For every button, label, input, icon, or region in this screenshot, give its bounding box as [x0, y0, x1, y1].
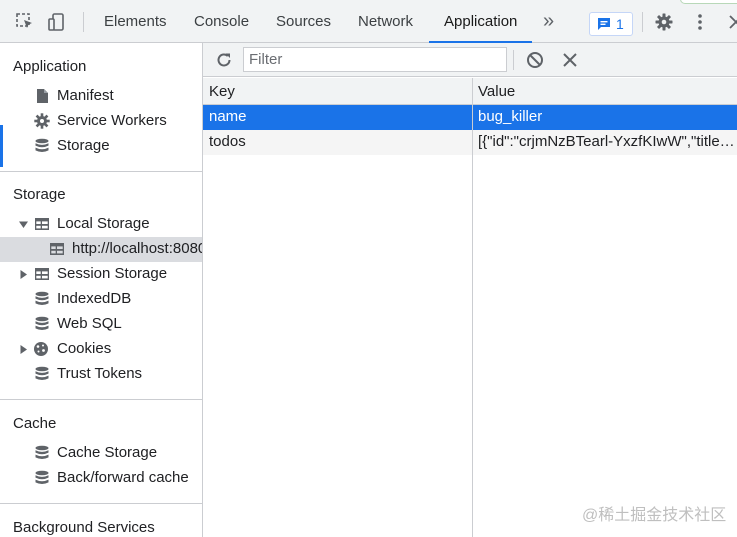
sidebar-item-label: Session Storage — [57, 265, 168, 282]
row-value[interactable]: bug_killer — [478, 108, 736, 125]
section-divider — [0, 171, 202, 172]
close-devtools-icon[interactable] — [727, 13, 737, 31]
sidebar-item-label: Local Storage — [57, 215, 150, 232]
database-icon — [35, 445, 49, 460]
table-grid-icon — [50, 243, 64, 255]
toolbar-separator — [83, 12, 84, 32]
delete-selected-icon[interactable] — [562, 52, 578, 68]
settings-gear-icon[interactable] — [655, 13, 673, 31]
devtools-tab-bar: Elements Console Sources Network Applica… — [0, 0, 737, 43]
application-sidebar: Application Manifest Service Workers Sto… — [0, 43, 203, 537]
section-heading-storage: Storage — [13, 186, 66, 203]
database-icon — [35, 291, 49, 306]
inspect-element-icon[interactable] — [16, 13, 34, 31]
database-icon — [35, 470, 49, 485]
sidebar-item-storage-overview[interactable]: Storage — [0, 134, 202, 159]
section-heading-application: Application — [13, 58, 87, 75]
issues-count: 1 — [616, 16, 624, 32]
tab-elements[interactable]: Elements — [104, 0, 167, 43]
section-divider — [0, 503, 202, 504]
tab-sources[interactable]: Sources — [276, 0, 331, 43]
section-heading-cache: Cache — [13, 415, 57, 432]
local-storage-panel: Key Value name bug_killer todos [{"id":"… — [203, 43, 737, 537]
message-icon — [598, 18, 610, 30]
cookie-icon — [34, 342, 48, 356]
column-header-value[interactable]: Value — [478, 83, 515, 100]
triangle-right-icon[interactable] — [19, 270, 28, 279]
table-header: Key Value — [203, 78, 737, 105]
watermark: @稀土掘金技术社区 — [582, 507, 727, 524]
table-grid-icon — [35, 218, 49, 230]
row-key[interactable]: todos — [209, 133, 467, 150]
sidebar-item-label: Cookies — [57, 340, 112, 357]
issues-badge[interactable]: 1 — [589, 12, 633, 36]
sidebar-item-trust-tokens[interactable]: Trust Tokens — [0, 362, 202, 387]
sidebar-item-label: Cache Storage — [57, 444, 158, 461]
table-row[interactable]: name bug_killer — [203, 105, 737, 130]
tab-network[interactable]: Network — [358, 0, 413, 43]
table-row[interactable]: todos [{"id":"crjmNzBTearl-YxzfKIwW","ti… — [203, 130, 737, 155]
database-icon — [35, 138, 49, 153]
triangle-right-icon[interactable] — [19, 345, 28, 354]
browser-chrome-fragment — [680, 0, 737, 4]
sidebar-item-label: Web SQL — [57, 315, 122, 332]
sidebar-item-label: Manifest — [57, 87, 114, 104]
database-icon — [35, 316, 49, 331]
storage-table: Key Value name bug_killer todos [{"id":"… — [203, 78, 737, 537]
storage-toolbar — [203, 43, 737, 77]
column-divider[interactable] — [472, 78, 473, 537]
sidebar-item-back-forward-cache[interactable]: Back/forward cache — [0, 466, 202, 491]
database-icon — [35, 366, 49, 381]
filter-input[interactable] — [243, 47, 507, 72]
table-grid-icon — [35, 268, 49, 280]
clear-all-icon[interactable] — [526, 51, 544, 69]
sidebar-item-cookies[interactable]: Cookies — [0, 337, 202, 362]
document-icon — [37, 89, 48, 103]
more-tabs-icon[interactable]: » — [543, 0, 554, 43]
gear-icon — [34, 113, 50, 129]
row-key[interactable]: name — [209, 108, 467, 125]
toolbar-separator — [513, 50, 514, 70]
sidebar-item-label: Back/forward cache — [57, 469, 189, 486]
sidebar-item-local-storage[interactable]: Local Storage — [0, 212, 202, 237]
sidebar-item-label: Service Workers — [57, 112, 167, 129]
sidebar-item-label: Trust Tokens — [57, 365, 143, 382]
sidebar-item-web-sql[interactable]: Web SQL — [0, 312, 202, 337]
sidebar-item-cache-storage[interactable]: Cache Storage — [0, 441, 202, 466]
more-options-icon[interactable] — [691, 13, 709, 31]
sidebar-item-localhost-origin[interactable]: http://localhost:8080 — [0, 237, 202, 262]
triangle-down-icon[interactable] — [19, 220, 28, 229]
sidebar-item-label: IndexedDB — [57, 290, 132, 307]
sidebar-item-label: http://localhost:8080 — [72, 240, 203, 257]
tab-console[interactable]: Console — [194, 0, 249, 43]
tab-application[interactable]: Application — [429, 0, 533, 43]
sidebar-item-manifest[interactable]: Manifest — [0, 84, 202, 109]
toolbar-separator — [642, 12, 643, 32]
sidebar-item-session-storage[interactable]: Session Storage — [0, 262, 202, 287]
sidebar-item-label: Storage — [57, 137, 110, 154]
row-value[interactable]: [{"id":"crjmNzBTearl-YxzfKIwW","title":"… — [478, 133, 736, 150]
refresh-icon[interactable] — [215, 51, 233, 69]
section-divider — [0, 399, 202, 400]
sidebar-item-service-workers[interactable]: Service Workers — [0, 109, 202, 134]
sidebar-item-indexeddb[interactable]: IndexedDB — [0, 287, 202, 312]
device-toolbar-icon[interactable] — [48, 13, 66, 31]
section-heading-background-services: Background Services — [13, 519, 155, 536]
column-header-key[interactable]: Key — [209, 83, 235, 100]
